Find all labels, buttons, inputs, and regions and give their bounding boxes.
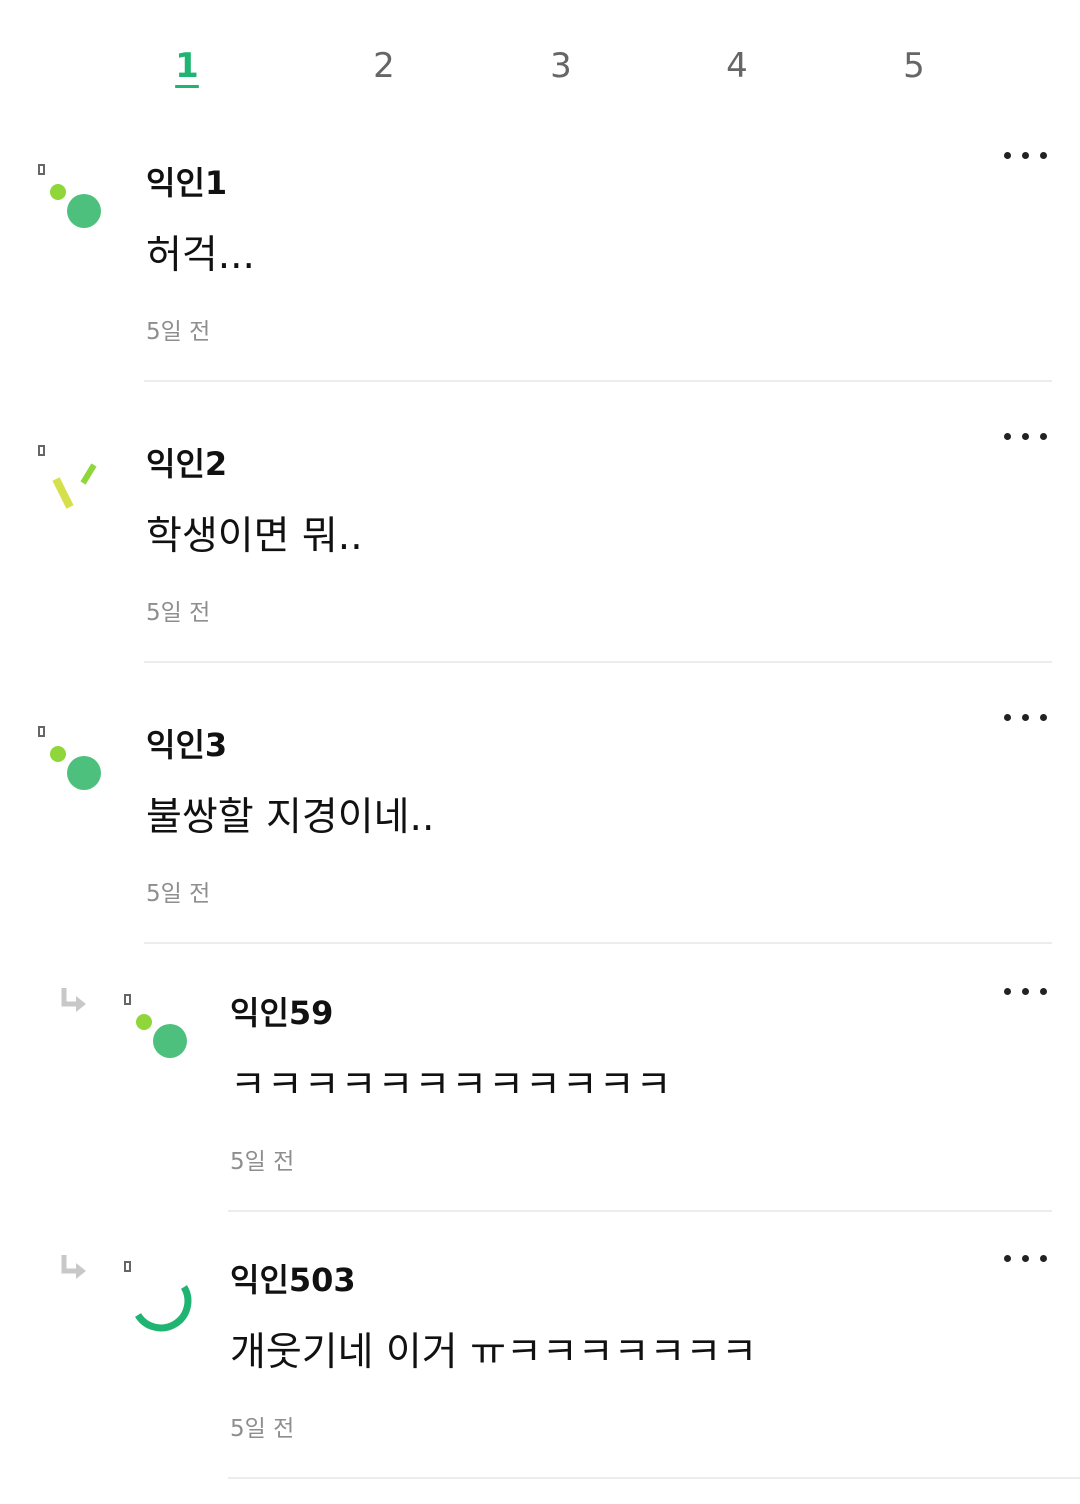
comment-item: 익인3 불쌍할 지경이네.. 5일 전 <box>0 702 1080 944</box>
reply-item: 익인59 ㅋㅋㅋㅋㅋㅋㅋㅋㅋㅋㅋㅋ 5일 전 <box>0 970 1080 1212</box>
more-horizontal-icon[interactable] <box>1004 427 1048 447</box>
comment-text: ㅋㅋㅋㅋㅋㅋㅋㅋㅋㅋㅋㅋ <box>230 1063 673 1108</box>
divider <box>228 1210 1052 1212</box>
profile-badge-icon <box>38 726 45 737</box>
comment-text: 불쌍할 지경이네.. <box>146 795 435 840</box>
reply-arrow-icon <box>61 1255 86 1279</box>
comment-author: 익인1 <box>146 164 228 202</box>
slash-avatar-icon <box>52 463 97 509</box>
comment-text: 학생이면 뭐.. <box>146 514 363 559</box>
reply-arrow-icon <box>61 988 86 1012</box>
page-2-link[interactable]: 2 <box>354 46 414 86</box>
reply-item: 익인503 개웃기네 이거 ㅠㅋㅋㅋㅋㅋㅋㅋ 5일 전 <box>0 1237 1080 1481</box>
comment-text: 허걱... <box>146 233 255 278</box>
dots-avatar-icon <box>50 184 101 228</box>
divider <box>144 942 1052 944</box>
comment-author: 익인503 <box>230 1261 356 1299</box>
profile-badge-icon <box>38 164 45 175</box>
arc-avatar-icon <box>135 1285 192 1332</box>
divider <box>144 380 1052 382</box>
more-horizontal-icon[interactable] <box>1004 1249 1048 1269</box>
comment-author: 익인2 <box>146 445 228 483</box>
comment-item: 익인1 허걱... 5일 전 <box>0 140 1080 382</box>
dots-avatar-icon <box>50 746 101 790</box>
comment-time: 5일 전 <box>230 1416 295 1442</box>
pagination: 1 2 3 4 5 <box>0 0 1080 120</box>
comment-author: 익인59 <box>230 994 334 1032</box>
comment-item: 익인2 학생이면 뭐.. 5일 전 <box>0 421 1080 663</box>
comment-text: 개웃기네 이거 ㅠㅋㅋㅋㅋㅋㅋㅋ <box>230 1330 758 1375</box>
page-3-link[interactable]: 3 <box>531 46 591 86</box>
comment-time: 5일 전 <box>146 319 211 345</box>
page-1-link[interactable]: 1 <box>157 46 217 86</box>
more-horizontal-icon[interactable] <box>1004 146 1048 166</box>
profile-badge-icon <box>124 1261 131 1272</box>
page-4-link[interactable]: 4 <box>707 46 767 86</box>
page-5-link[interactable]: 5 <box>884 46 944 86</box>
more-horizontal-icon[interactable] <box>1004 708 1048 728</box>
divider <box>144 661 1052 663</box>
comment-time: 5일 전 <box>146 881 211 907</box>
divider <box>228 1477 1080 1479</box>
profile-badge-icon <box>124 994 131 1005</box>
comment-time: 5일 전 <box>146 600 211 626</box>
profile-badge-icon <box>38 445 45 456</box>
comment-author: 익인3 <box>146 726 228 764</box>
comment-time: 5일 전 <box>230 1149 295 1175</box>
more-horizontal-icon[interactable] <box>1004 982 1048 1002</box>
dots-avatar-icon <box>136 1014 187 1058</box>
